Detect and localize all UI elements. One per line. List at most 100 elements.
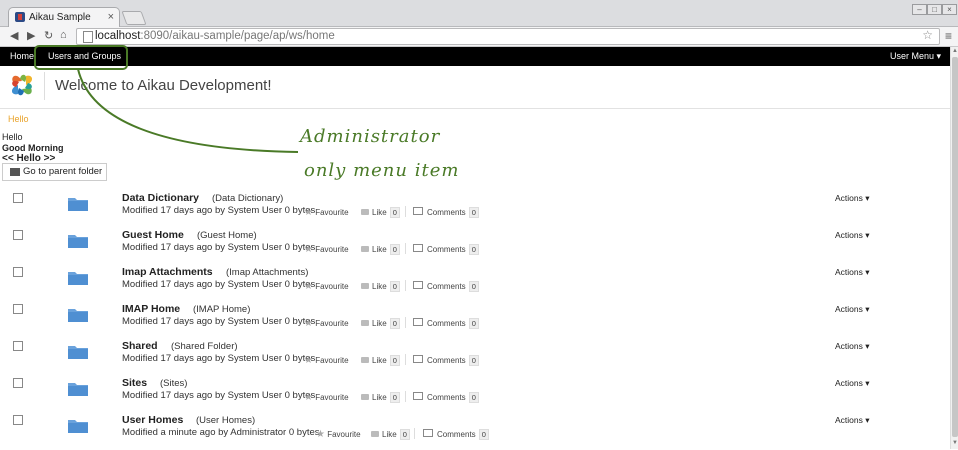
minimize-icon[interactable]: – bbox=[912, 4, 927, 15]
comment-icon bbox=[423, 429, 433, 437]
divider bbox=[405, 317, 406, 328]
folder-name[interactable]: Data Dictionary bbox=[122, 192, 199, 204]
comments-link[interactable]: Comments 0 bbox=[413, 355, 479, 366]
comments-link[interactable]: Comments 0 bbox=[413, 281, 479, 292]
folder-metadata: Modified a minute ago by Administrator 0… bbox=[122, 427, 320, 438]
page-scrollbar[interactable]: ▲ ▼ bbox=[950, 47, 958, 449]
folder-metadata: Modified 17 days ago by System User 0 by… bbox=[122, 316, 316, 327]
like-toggle[interactable]: Like 0 bbox=[361, 207, 400, 218]
folder-icon[interactable] bbox=[68, 381, 88, 396]
star-icon: ★ bbox=[316, 429, 325, 440]
folder-name[interactable]: Sites bbox=[122, 377, 147, 389]
folder-display-name: (Guest Home) bbox=[197, 230, 257, 241]
divider bbox=[405, 354, 406, 365]
tab-close-icon[interactable]: × bbox=[108, 8, 114, 27]
like-count: 0 bbox=[389, 281, 400, 292]
menu-users-and-groups[interactable]: Users and Groups bbox=[48, 51, 121, 61]
folder-display-name: (Imap Attachments) bbox=[226, 267, 309, 278]
parent-folder-label: Go to parent folder bbox=[23, 166, 103, 177]
comment-count: 0 bbox=[468, 207, 479, 218]
comment-count: 0 bbox=[468, 355, 479, 366]
forward-icon[interactable]: ▶ bbox=[27, 29, 35, 42]
favourite-toggle[interactable]: ★ Favourite bbox=[304, 281, 349, 292]
browser-tab[interactable]: Aikau Sample Client × bbox=[8, 7, 120, 42]
scroll-thumb[interactable] bbox=[952, 57, 958, 437]
folder-icon[interactable] bbox=[68, 233, 88, 248]
go-to-parent-folder-button[interactable]: Go to parent folder bbox=[2, 163, 107, 181]
comments-link[interactable]: Comments 0 bbox=[413, 207, 479, 218]
actions-menu[interactable]: Actions ▾ bbox=[835, 415, 870, 426]
favourite-toggle[interactable]: ★ Favourite bbox=[304, 318, 349, 329]
address-bar[interactable]: localhost:8090/aikau-sample/page/ap/ws/h… bbox=[76, 28, 940, 45]
actions-menu[interactable]: Actions ▾ bbox=[835, 304, 870, 315]
browser-menu-icon[interactable]: ≡ bbox=[945, 29, 952, 43]
row-checkbox[interactable] bbox=[13, 230, 23, 240]
actions-menu[interactable]: Actions ▾ bbox=[835, 193, 870, 204]
row-checkbox[interactable] bbox=[13, 267, 23, 277]
scroll-down-icon[interactable]: ▼ bbox=[952, 440, 958, 446]
folder-name[interactable]: Shared bbox=[122, 340, 158, 352]
actions-menu[interactable]: Actions ▾ bbox=[835, 378, 870, 389]
row-checkbox[interactable] bbox=[13, 378, 23, 388]
folder-name[interactable]: User Homes bbox=[122, 414, 183, 426]
window-close-icon[interactable]: × bbox=[942, 4, 957, 15]
actions-menu[interactable]: Actions ▾ bbox=[835, 230, 870, 241]
like-toggle[interactable]: Like 0 bbox=[361, 355, 400, 366]
like-count: 0 bbox=[389, 318, 400, 329]
like-toggle[interactable]: Like 0 bbox=[361, 318, 400, 329]
folder-name[interactable]: IMAP Home bbox=[122, 303, 180, 315]
folder-icon[interactable] bbox=[68, 196, 88, 211]
folder-display-name: (Sites) bbox=[160, 378, 188, 389]
row-checkbox[interactable] bbox=[13, 341, 23, 351]
divider bbox=[405, 391, 406, 402]
scroll-up-icon[interactable]: ▲ bbox=[952, 48, 958, 54]
thumbs-up-icon bbox=[371, 431, 379, 437]
favourite-toggle[interactable]: ★ Favourite bbox=[316, 429, 361, 440]
like-toggle[interactable]: Like 0 bbox=[361, 281, 400, 292]
row-checkbox[interactable] bbox=[13, 415, 23, 425]
like-toggle[interactable]: Like 0 bbox=[371, 429, 410, 440]
page-title: Welcome to Aikau Development! bbox=[55, 77, 272, 94]
row-checkbox[interactable] bbox=[13, 304, 23, 314]
favourite-toggle[interactable]: ★ Favourite bbox=[304, 207, 349, 218]
folder-metadata: Modified 17 days ago by System User 0 by… bbox=[122, 353, 316, 364]
folder-name[interactable]: Guest Home bbox=[122, 229, 184, 241]
folder-icon[interactable] bbox=[68, 270, 88, 285]
divider bbox=[414, 428, 415, 439]
actions-menu[interactable]: Actions ▾ bbox=[835, 341, 870, 352]
actions-menu[interactable]: Actions ▾ bbox=[835, 267, 870, 278]
comment-count: 0 bbox=[468, 392, 479, 403]
comments-link[interactable]: Comments 0 bbox=[413, 392, 479, 403]
thumbs-up-icon bbox=[361, 394, 369, 400]
thumbs-up-icon bbox=[361, 209, 369, 215]
back-icon[interactable]: ◀ bbox=[10, 29, 18, 42]
like-toggle[interactable]: Like 0 bbox=[361, 244, 400, 255]
row-checkbox[interactable] bbox=[13, 193, 23, 203]
folder-icon[interactable] bbox=[68, 418, 88, 433]
star-icon: ★ bbox=[304, 355, 313, 366]
hello-link[interactable]: Hello bbox=[8, 114, 29, 124]
aikau-logo-icon bbox=[11, 74, 33, 96]
folder-name[interactable]: Imap Attachments bbox=[122, 266, 213, 278]
folder-display-name: (Shared Folder) bbox=[171, 341, 238, 352]
home-icon[interactable]: ⌂ bbox=[60, 29, 67, 41]
favicon-icon bbox=[15, 12, 25, 22]
comments-link[interactable]: Comments 0 bbox=[423, 429, 489, 440]
folder-display-name: (Data Dictionary) bbox=[212, 193, 284, 204]
favourite-toggle[interactable]: ★ Favourite bbox=[304, 355, 349, 366]
comments-link[interactable]: Comments 0 bbox=[413, 244, 479, 255]
browser-tab-strip: Aikau Sample Client × – □ × bbox=[0, 0, 958, 42]
comments-link[interactable]: Comments 0 bbox=[413, 318, 479, 329]
favourite-toggle[interactable]: ★ Favourite bbox=[304, 244, 349, 255]
reload-icon[interactable]: ↻ bbox=[44, 29, 53, 42]
maximize-icon[interactable]: □ bbox=[927, 4, 942, 15]
menu-home[interactable]: Home bbox=[10, 51, 34, 61]
like-toggle[interactable]: Like 0 bbox=[361, 392, 400, 403]
folder-icon[interactable] bbox=[68, 344, 88, 359]
star-icon: ★ bbox=[304, 392, 313, 403]
favourite-toggle[interactable]: ★ Favourite bbox=[304, 392, 349, 403]
bookmark-star-icon[interactable]: ☆ bbox=[922, 28, 933, 43]
user-menu[interactable]: User Menu ▾ bbox=[890, 51, 941, 62]
folder-icon[interactable] bbox=[68, 307, 88, 322]
new-tab-button[interactable] bbox=[121, 11, 147, 25]
